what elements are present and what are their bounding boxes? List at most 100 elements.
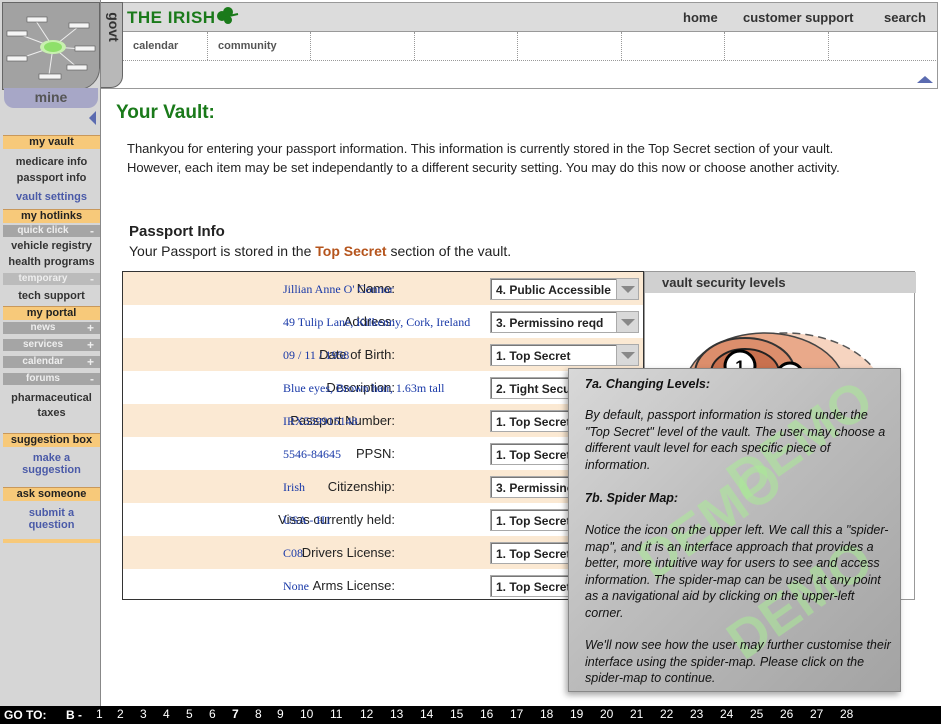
goto-b-link[interactable]: B - xyxy=(66,708,82,722)
goto-page-2[interactable]: 2 xyxy=(117,707,124,721)
select-value: 1. Top Secret xyxy=(496,415,571,429)
goto-page-18[interactable]: 18 xyxy=(540,707,553,721)
suggestion-box-header[interactable]: suggestion box xyxy=(3,433,100,447)
passport-sub-post: section of the vault. xyxy=(386,243,512,259)
passport-row: Passport Number: IRX559915148 1. Top Sec… xyxy=(123,404,643,437)
footer-goto-bar: GO TO: B - 1 2 3 4 5 6 7 8 9 10 11 12 13 14 15 16 17 18 19… xyxy=(0,706,941,724)
vault-item-passport[interactable]: passport info xyxy=(3,171,100,185)
goto-page-27[interactable]: 27 xyxy=(810,707,823,721)
goto-page-13[interactable]: 13 xyxy=(390,707,403,721)
nav-customer-support[interactable]: customer support xyxy=(743,10,854,25)
passport-row: Visas currently held: USA - H1 1. Top Se… xyxy=(123,503,643,536)
govt-tab[interactable]: govt xyxy=(101,2,123,88)
dropdown-arrow-icon[interactable] xyxy=(616,312,638,332)
tab-empty-5[interactable] xyxy=(518,32,622,60)
goto-page-14[interactable]: 14 xyxy=(420,707,433,721)
tab-empty-4[interactable] xyxy=(415,32,518,60)
passport-table: Name: Jillian Anne O' Connor 4. Public A… xyxy=(122,271,644,600)
dropdown-arrow-icon[interactable] xyxy=(616,279,638,299)
tab-empty-3[interactable] xyxy=(311,32,415,60)
goto-page-20[interactable]: 20 xyxy=(600,707,613,721)
ask-someone-header[interactable]: ask someone xyxy=(3,487,100,501)
quick-click-header[interactable]: quick click - xyxy=(3,225,100,237)
goto-page-5[interactable]: 5 xyxy=(186,707,193,721)
goto-page-7[interactable]: 7 xyxy=(232,707,239,721)
goto-page-17[interactable]: 17 xyxy=(510,707,523,721)
temporary-header[interactable]: temporary - xyxy=(3,273,100,285)
tab-community[interactable]: community xyxy=(208,32,311,60)
make-suggestion-line2[interactable]: suggestion xyxy=(3,463,100,477)
goto-page-15[interactable]: 15 xyxy=(450,707,463,721)
nav-search[interactable]: search xyxy=(884,10,926,25)
goto-page-23[interactable]: 23 xyxy=(690,707,703,721)
goto-page-9[interactable]: 9 xyxy=(277,707,284,721)
spider-map-icon[interactable] xyxy=(2,2,100,90)
vault-item-medicare[interactable]: medicare info xyxy=(3,155,100,169)
collapse-icon[interactable]: - xyxy=(90,373,94,385)
goto-page-1[interactable]: 1 xyxy=(96,707,103,721)
brand-logo[interactable]: THE IRISH xyxy=(127,8,216,28)
hotlink-health-programs[interactable]: health programs xyxy=(3,255,100,269)
temporary-label: temporary xyxy=(18,273,68,284)
frame-edge xyxy=(937,2,938,88)
portal-services[interactable]: services + xyxy=(3,339,100,351)
row-value: Irish xyxy=(283,480,305,494)
goto-page-11[interactable]: 11 xyxy=(330,707,342,721)
row-label: Drivers License: xyxy=(301,545,395,560)
goto-page-3[interactable]: 3 xyxy=(140,707,147,721)
tab-empty-8[interactable] xyxy=(829,32,937,60)
select-value: 1. Top Secret xyxy=(496,580,571,594)
portal-news[interactable]: news + xyxy=(3,322,100,334)
goto-page-4[interactable]: 4 xyxy=(163,707,170,721)
forum-item-taxes[interactable]: taxes xyxy=(3,406,100,420)
select-value: 4. Public Accessible xyxy=(496,283,611,297)
temp-item-tech-support[interactable]: tech support xyxy=(3,289,100,303)
my-vault-header[interactable]: my vault xyxy=(3,135,100,149)
goto-page-6[interactable]: 6 xyxy=(209,707,216,721)
expand-icon[interactable]: + xyxy=(87,322,94,334)
portal-calendar[interactable]: calendar + xyxy=(3,356,100,368)
row-label: PPSN: xyxy=(355,446,395,461)
goto-page-21[interactable]: 21 xyxy=(630,707,643,721)
passport-sub-level: Top Secret xyxy=(315,243,387,259)
vault-item-settings[interactable]: vault settings xyxy=(3,190,100,204)
goto-page-26[interactable]: 26 xyxy=(780,707,793,721)
quick-click-label: quick click xyxy=(17,225,69,236)
forum-item-pharmaceutical[interactable]: pharmaceutical xyxy=(3,391,100,405)
row-label: Citizenship: xyxy=(327,479,395,494)
tab-calendar[interactable]: calendar xyxy=(123,32,208,60)
goto-page-8[interactable]: 8 xyxy=(255,707,262,721)
passport-row: Date of Birth: 09 / 11 / 1958 1. Top Sec… xyxy=(123,338,643,371)
passport-row: Arms License: None 1. Top Secret xyxy=(123,569,643,602)
portal-forums[interactable]: forums - xyxy=(3,373,100,385)
collapse-icon[interactable]: - xyxy=(90,225,94,237)
security-level-select[interactable]: 4. Public Accessible xyxy=(490,278,639,300)
goto-page-19[interactable]: 19 xyxy=(570,707,583,721)
row-value: Jillian Anne O' Connor xyxy=(283,282,394,296)
goto-page-16[interactable]: 16 xyxy=(480,707,493,721)
mine-tab[interactable]: mine xyxy=(4,88,98,108)
goto-page-25[interactable]: 25 xyxy=(750,707,763,721)
submit-question-line2[interactable]: question xyxy=(3,518,100,532)
security-level-select[interactable]: 3. Permissino reqd xyxy=(490,311,639,333)
demo-tooltip: DEMO DEMO DEMO 7a. Changing Levels: By d… xyxy=(568,368,901,692)
goto-page-10[interactable]: 10 xyxy=(300,707,313,721)
sub-nav-bar: calendar community xyxy=(123,32,938,62)
collapse-left-arrow-icon[interactable] xyxy=(89,111,96,125)
my-hotlinks-header[interactable]: my hotlinks xyxy=(3,209,100,223)
goto-page-28[interactable]: 28 xyxy=(840,707,853,721)
dropdown-arrow-icon[interactable] xyxy=(616,345,638,365)
goto-page-24[interactable]: 24 xyxy=(720,707,733,721)
expand-icon[interactable]: + xyxy=(87,356,94,368)
goto-page-22[interactable]: 22 xyxy=(660,707,673,721)
expand-icon[interactable]: + xyxy=(87,339,94,351)
tab-empty-7[interactable] xyxy=(725,32,829,60)
collapse-icon[interactable]: - xyxy=(90,273,94,285)
tab-empty-6[interactable] xyxy=(622,32,725,60)
hotlink-vehicle-registry[interactable]: vehicle registry xyxy=(3,239,100,253)
collapse-up-arrow-icon[interactable] xyxy=(917,76,933,83)
security-level-select[interactable]: 1. Top Secret xyxy=(490,344,639,366)
goto-page-12[interactable]: 12 xyxy=(360,707,373,721)
my-portal-header[interactable]: my portal xyxy=(3,306,100,320)
nav-home[interactable]: home xyxy=(683,10,718,25)
